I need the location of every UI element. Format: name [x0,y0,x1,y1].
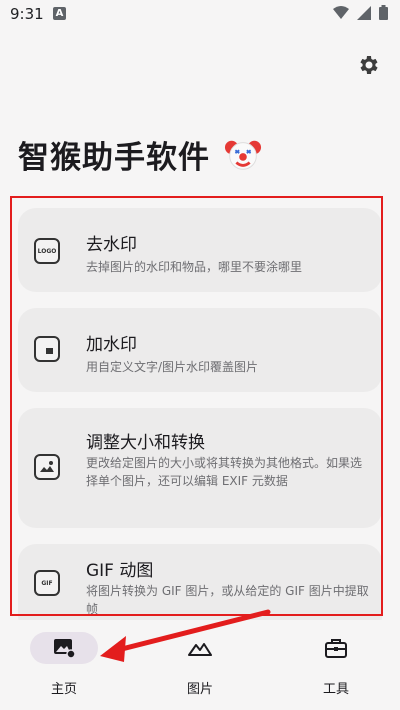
tool-card-resize-convert[interactable]: 调整大小和转换 更改给定图片的大小或将其转换为其他格式。如果选择单个图片，还可以… [18,408,382,528]
page-title: 智猴助手软件 [18,140,210,176]
status-bar: 9:31 A [0,0,400,28]
toolbox-icon [325,639,347,658]
tool-description: 用自定义文字/图片水印覆盖图片 [86,360,259,374]
notification-badge: A [53,7,66,20]
tool-card-add-watermark[interactable]: 加水印 用自定义文字/图片水印覆盖图片 [18,308,382,392]
nav-item-tools[interactable]: 工具 [286,620,386,710]
watermark-add-icon [34,336,60,362]
home-image-icon [54,639,76,658]
nav-item-home[interactable]: 主页 [14,620,114,710]
battery-icon [379,5,388,20]
bottom-nav: 主页 图片 工具 [0,620,400,710]
gif-icon: GIF [34,570,60,596]
settings-button[interactable] [352,48,386,82]
status-time: 9:31 [10,5,44,23]
nav-label: 工具 [322,682,349,697]
nav-label: 主页 [50,682,77,697]
tool-title: GIF 动图 [86,561,154,581]
wifi-icon [333,5,349,19]
tool-description: 去掉图片的水印和物品，哪里不要涂哪里 [86,260,303,274]
tool-card-remove-watermark[interactable]: LOGO 去水印 去掉图片的水印和物品，哪里不要涂哪里 [18,208,382,292]
gear-icon [360,56,378,74]
tool-description: 更改给定图片的大小或将其转换为其他格式。如果选择单个图片，还可以编辑 EXIF … [86,456,363,488]
signal-icon [357,5,371,20]
watermark-remove-icon: LOGO [34,238,60,264]
tool-title: 去水印 [86,235,137,255]
clown-face-icon [224,140,262,170]
resize-convert-icon [34,454,60,480]
tool-title: 调整大小和转换 [86,433,205,453]
tool-title: 加水印 [86,335,137,355]
status-icons [333,5,388,20]
tool-description: 将图片转换为 GIF 图片，或从给定的 GIF 图片中提取帧 [86,584,369,616]
mountain-image-icon [188,643,212,656]
nav-item-images[interactable]: 图片 [150,620,250,710]
app-title-row: 智猴助手软件 [18,132,262,177]
nav-label: 图片 [186,682,213,697]
